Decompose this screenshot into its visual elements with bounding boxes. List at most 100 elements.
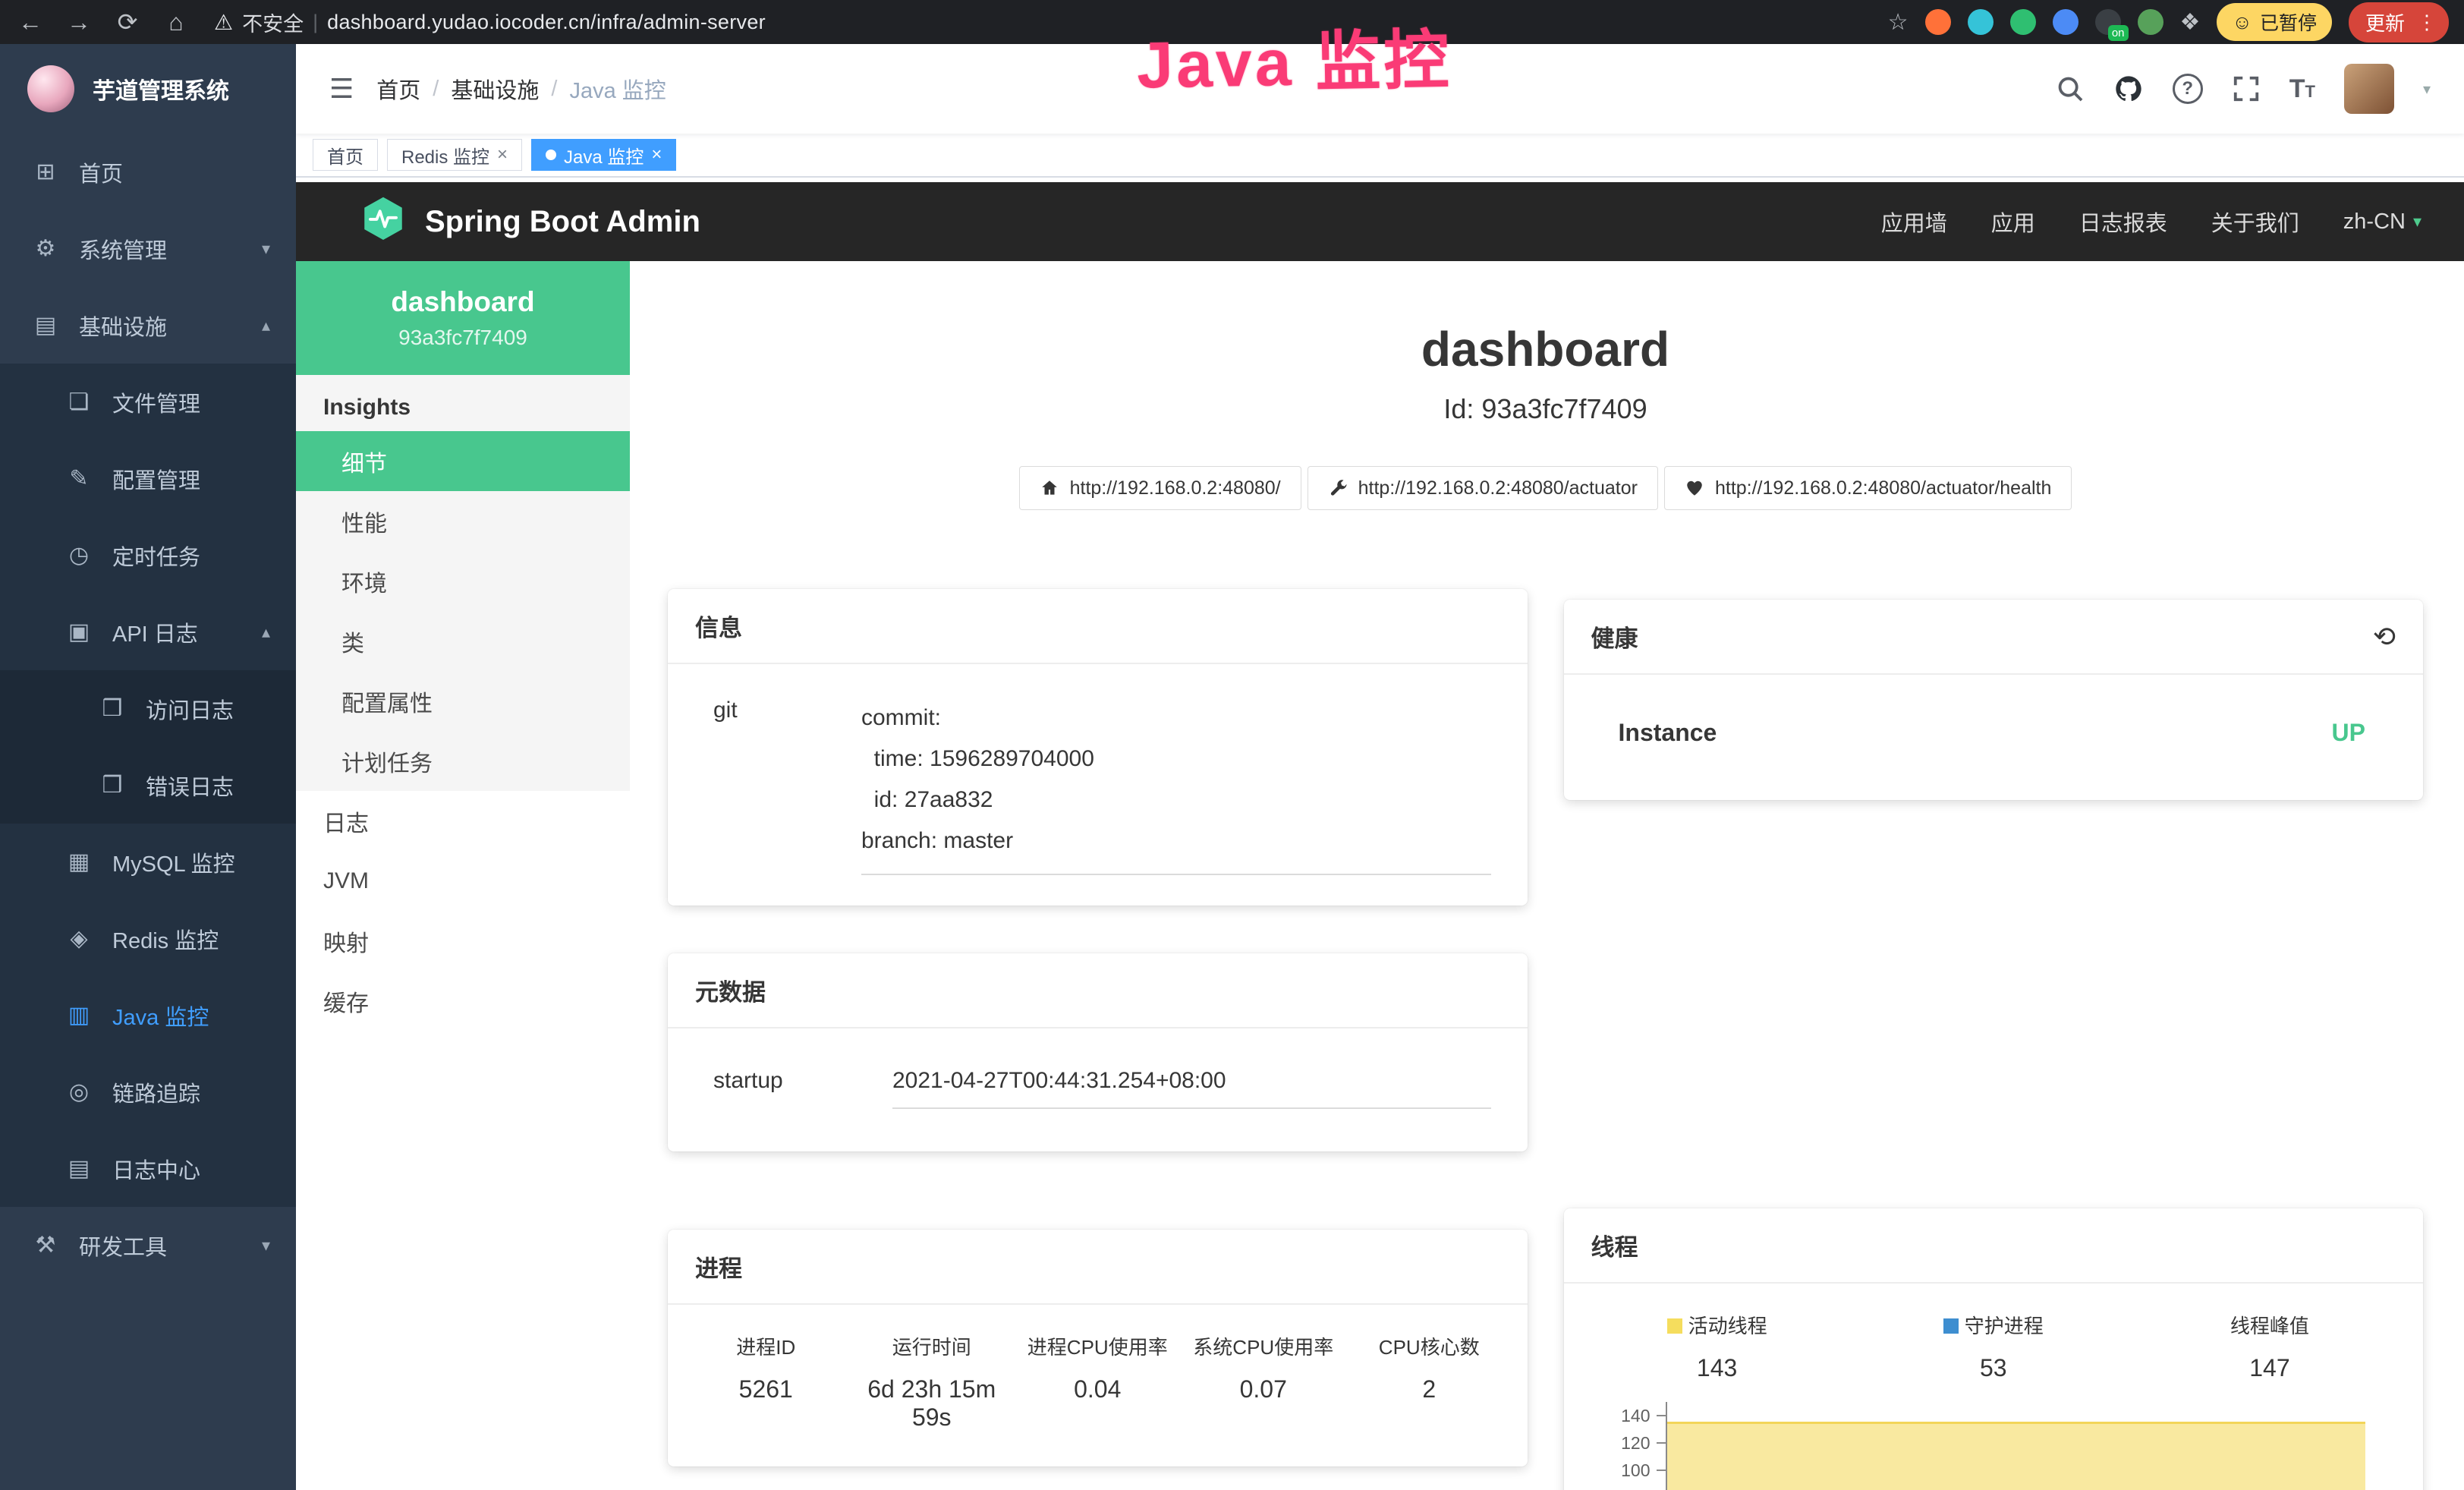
history-icon[interactable]: ⟲ bbox=[2373, 621, 2396, 653]
file-icon: ❏ bbox=[65, 389, 93, 415]
service-url-link[interactable]: http://192.168.0.2:48080/ bbox=[1019, 466, 1301, 510]
sba-menu-mappings[interactable]: 映射 bbox=[296, 911, 630, 971]
update-button[interactable]: 更新 ⋮ bbox=[2349, 2, 2449, 43]
github-icon[interactable] bbox=[2113, 74, 2144, 104]
sba-instance-header[interactable]: dashboard 93a3fc7f7409 bbox=[296, 261, 630, 375]
sba-menu-classes[interactable]: 类 bbox=[296, 611, 630, 671]
reload-icon[interactable]: ⟳ bbox=[112, 8, 143, 36]
extension-icon[interactable] bbox=[1968, 9, 1994, 35]
access-log-icon: ❒ bbox=[99, 695, 126, 722]
url-text[interactable]: dashboard.yudao.iocoder.cn/infra/admin-s… bbox=[327, 11, 766, 34]
tag-redis-monitor[interactable]: Redis 监控 × bbox=[387, 139, 522, 171]
sba-nav-journal[interactable]: 日志报表 bbox=[2079, 206, 2167, 238]
breadcrumb-home[interactable]: 首页 bbox=[376, 73, 420, 105]
help-icon[interactable]: ? bbox=[2173, 74, 2203, 104]
sba-menu-jvm[interactable]: JVM bbox=[296, 851, 630, 911]
sba-main: dashboard Id: 93a3fc7f7409 http://192.16… bbox=[630, 261, 2464, 1490]
live-threads-area bbox=[1667, 1422, 2366, 1490]
menu-dots-icon[interactable]: ⋮ bbox=[2417, 11, 2437, 34]
sba-nav-about[interactable]: 关于我们 bbox=[2211, 206, 2299, 238]
paused-label: 已暂停 bbox=[2260, 8, 2317, 36]
tags-view: 首页 Redis 监控 × Java 监控 × bbox=[296, 134, 2464, 178]
divider: | bbox=[313, 11, 318, 34]
info-key: git bbox=[713, 698, 861, 875]
sidebar-item-label: 访问日志 bbox=[146, 693, 234, 725]
admin-sidebar: 芋道管理系统 ⊞ 首页 ⚙ 系统管理 ▾ ▤ 基础设施 ▴ ❏ 文件管理 ✎ bbox=[0, 44, 296, 1490]
info-card-title: 信息 bbox=[695, 609, 742, 643]
link-label: http://192.168.0.2:48080/ bbox=[1070, 477, 1281, 499]
extension-icon[interactable] bbox=[2138, 9, 2163, 35]
sidebar-item-java-monitor[interactable]: ▥ Java 监控 bbox=[0, 977, 296, 1054]
address-bar[interactable]: ⚠ 不安全 | dashboard.yudao.iocoder.cn/infra… bbox=[214, 8, 766, 37]
forward-icon[interactable]: → bbox=[64, 8, 94, 36]
sidebar-item-access-logs[interactable]: ❒ 访问日志 bbox=[0, 670, 296, 747]
sba-menu-metrics[interactable]: 性能 bbox=[296, 491, 630, 551]
sidebar-item-file-management[interactable]: ❏ 文件管理 bbox=[0, 364, 296, 440]
dashboard-icon: ⊞ bbox=[32, 159, 59, 185]
sidebar-item-redis-monitor[interactable]: ◈ Redis 监控 bbox=[0, 900, 296, 977]
search-icon[interactable] bbox=[2056, 74, 2085, 103]
extension-icon[interactable]: on bbox=[2095, 9, 2121, 35]
live-threads-legend-swatch bbox=[1667, 1318, 1682, 1334]
sba-brand[interactable]: Spring Boot Admin bbox=[425, 205, 700, 239]
sidebar-item-dev-tools[interactable]: ⚒ 研发工具 ▾ bbox=[0, 1207, 296, 1284]
breadcrumb-infrastructure[interactable]: 基础设施 bbox=[451, 73, 539, 105]
sidebar-item-label: Java 监控 bbox=[112, 1000, 209, 1032]
update-label: 更新 bbox=[2365, 8, 2405, 36]
tag-java-monitor[interactable]: Java 监控 × bbox=[531, 139, 676, 171]
fullscreen-icon[interactable] bbox=[2232, 74, 2261, 103]
active-dot bbox=[546, 150, 556, 160]
sba-nav-applications[interactable]: 应用 bbox=[1991, 206, 2035, 238]
sidebar-fold-icon[interactable]: ☰ bbox=[329, 73, 354, 105]
peak-threads: 线程峰值 147 bbox=[2132, 1311, 2408, 1382]
health-url-link[interactable]: http://192.168.0.2:48080/actuator/health bbox=[1664, 466, 2072, 510]
health-instance-label[interactable]: Instance bbox=[1619, 719, 1717, 747]
on-badge: on bbox=[2108, 25, 2129, 41]
sidebar-item-trace[interactable]: ◎ 链路追踪 bbox=[0, 1054, 296, 1130]
extensions-puzzle-icon[interactable]: ❖ bbox=[2180, 9, 2201, 36]
app-logo-row: 芋道管理系统 bbox=[0, 44, 296, 134]
paused-badge[interactable]: ☺ 已暂停 bbox=[2217, 3, 2332, 41]
bookmark-star-icon[interactable]: ☆ bbox=[1888, 9, 1909, 36]
chevron-down-icon: ▾ bbox=[2413, 212, 2422, 232]
tag-home[interactable]: 首页 bbox=[313, 139, 378, 171]
close-icon[interactable]: × bbox=[651, 144, 662, 165]
health-card: 健康 ⟲ Instance UP bbox=[1564, 600, 2424, 800]
extension-icon[interactable] bbox=[2010, 9, 2036, 35]
system-cpu: 系统CPU使用率 0.07 bbox=[1181, 1332, 1347, 1432]
sidebar-item-label: 定时任务 bbox=[112, 540, 200, 572]
sidebar-item-home[interactable]: ⊞ 首页 bbox=[0, 134, 296, 210]
chevron-up-icon: ▴ bbox=[262, 316, 270, 335]
sba-menu-environment[interactable]: 环境 bbox=[296, 551, 630, 611]
close-icon[interactable]: × bbox=[497, 144, 508, 165]
avatar-caret-icon[interactable]: ▾ bbox=[2423, 80, 2431, 99]
sidebar-item-infrastructure[interactable]: ▤ 基础设施 ▴ bbox=[0, 287, 296, 364]
process-card: 进程 进程ID 5261 运行时间 bbox=[668, 1230, 1528, 1466]
sidebar-item-error-logs[interactable]: ❒ 错误日志 bbox=[0, 747, 296, 824]
browser-home-icon[interactable]: ⌂ bbox=[161, 8, 191, 36]
java-monitor-icon: ▥ bbox=[65, 1002, 93, 1029]
sba-menu-configprops[interactable]: 配置属性 bbox=[296, 671, 630, 731]
heart-icon bbox=[1685, 478, 1704, 498]
security-label[interactable]: 不安全 bbox=[242, 8, 304, 37]
sidebar-item-scheduled-jobs[interactable]: ◷ 定时任务 bbox=[0, 517, 296, 594]
sba-nav-wallboard[interactable]: 应用墙 bbox=[1881, 206, 1947, 238]
sba-menu-logs[interactable]: 日志 bbox=[296, 791, 630, 851]
sidebar-item-api-logs[interactable]: ▣ API 日志 ▴ bbox=[0, 594, 296, 670]
instance-id-line: Id: 93a3fc7f7409 bbox=[668, 393, 2423, 425]
sba-language-select[interactable]: zh-CN ▾ bbox=[2343, 209, 2422, 235]
sidebar-item-log-center[interactable]: ▤ 日志中心 bbox=[0, 1130, 296, 1207]
sidebar-item-system-management[interactable]: ⚙ 系统管理 ▾ bbox=[0, 210, 296, 287]
extension-icon[interactable] bbox=[2053, 9, 2079, 35]
actuator-url-link[interactable]: http://192.168.0.2:48080/actuator bbox=[1308, 466, 1658, 510]
sidebar-item-mysql-monitor[interactable]: ▦ MySQL 监控 bbox=[0, 824, 296, 900]
sba-menu-caches[interactable]: 缓存 bbox=[296, 971, 630, 1031]
sba-menu-details[interactable]: 细节 bbox=[296, 431, 630, 491]
extension-icon[interactable] bbox=[1925, 9, 1951, 35]
user-avatar[interactable] bbox=[2344, 64, 2394, 114]
metadata-key: startup bbox=[713, 1068, 892, 1109]
sidebar-item-config-management[interactable]: ✎ 配置管理 bbox=[0, 440, 296, 517]
back-icon[interactable]: ← bbox=[15, 8, 46, 36]
sba-menu-scheduled-tasks[interactable]: 计划任务 bbox=[296, 731, 630, 791]
font-size-icon[interactable]: TT bbox=[2289, 74, 2315, 104]
